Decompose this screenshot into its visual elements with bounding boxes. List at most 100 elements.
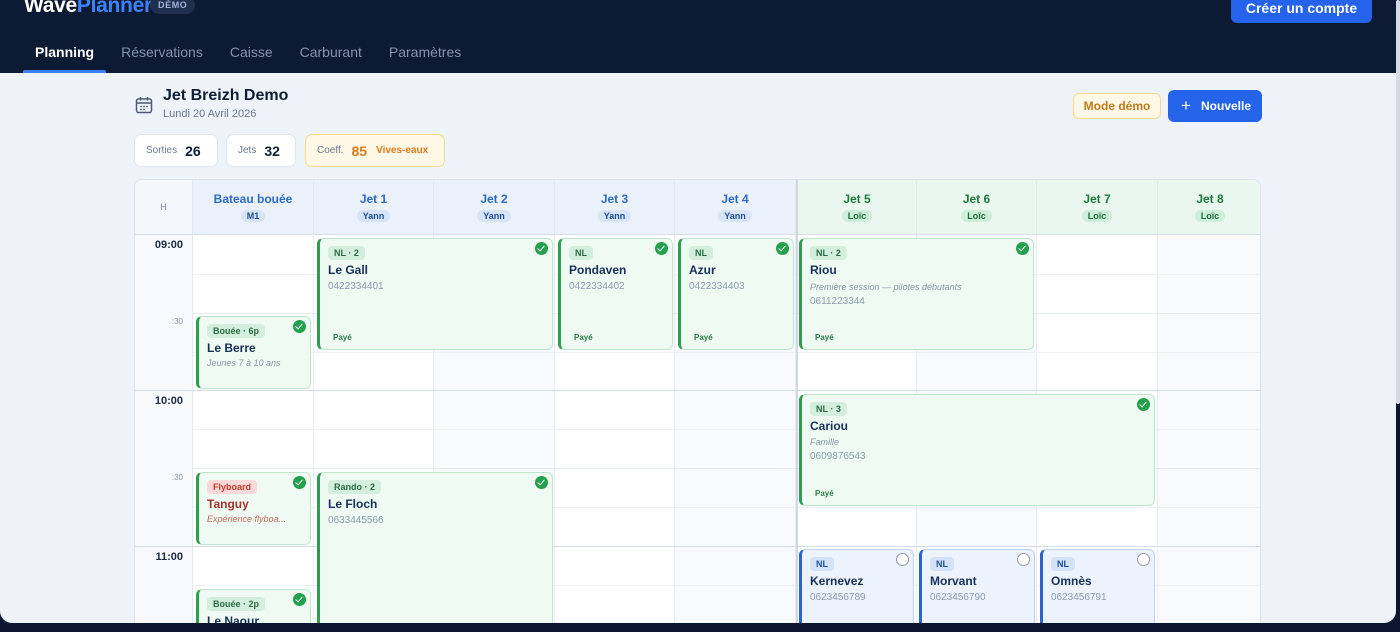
payment-status: Payé xyxy=(694,333,713,342)
planning-page: Jet Breizh Demo Lundi 20 Avril 2026 Mode… xyxy=(0,73,1396,623)
column-header-jet-2[interactable]: Jet 2 Yann xyxy=(434,180,555,235)
column-assignee: Loïc xyxy=(841,210,873,222)
reservation-tag: Bouée · 2p xyxy=(207,597,266,611)
time-label-0900: 09:00 xyxy=(154,239,183,251)
reservation-card-le-berre[interactable]: Bouée · 6p Le Berre Jeunes 7 à 10 ans xyxy=(196,316,311,389)
column-header-jet-7[interactable]: Jet 7 Loïc xyxy=(1037,180,1158,235)
plus-icon: + xyxy=(1181,96,1191,115)
stat-coef-label: Coeff. xyxy=(317,145,344,156)
page-scrollbar[interactable] xyxy=(1396,0,1400,632)
reservation-phone: 0422334401 xyxy=(328,281,384,292)
reservation-note: Jeunes 7 à 10 ans xyxy=(207,358,281,368)
scrollbar-thumb[interactable] xyxy=(1396,0,1400,404)
payment-status: Payé xyxy=(815,333,834,342)
column-header-bateau-bouee[interactable]: Bateau bouée M1 xyxy=(193,180,314,235)
time-label-1030: :30 xyxy=(171,473,183,482)
grid-line-hour xyxy=(135,546,1260,547)
reservation-card-le-floch[interactable]: Rando · 2 Le Floch 0633445566 xyxy=(317,472,553,623)
column-header-jet-1[interactable]: Jet 1 Yann xyxy=(314,180,434,235)
reservation-card-morvant[interactable]: NL Morvant 0623456790 xyxy=(919,549,1035,623)
page-title: Jet Breizh Demo xyxy=(163,87,289,104)
reservation-card-riou[interactable]: NL · 2 Riou Première session — pilotes d… xyxy=(799,238,1034,350)
reservation-name: Le Berre xyxy=(207,341,256,355)
new-reservation-button[interactable]: + Nouvelle xyxy=(1168,90,1262,122)
reservation-phone: 0633445566 xyxy=(328,515,384,526)
reservation-tag: NL xyxy=(930,557,954,571)
reservation-note: Famille xyxy=(810,437,840,447)
calendar-icon xyxy=(135,97,153,114)
stat-sorties: Sorties 26 xyxy=(134,134,218,167)
reservation-name: Pondaven xyxy=(569,263,627,277)
stat-coef-value: 85 xyxy=(351,142,368,159)
column-assignee: Loïc xyxy=(1194,210,1226,222)
column-header-jet-5[interactable]: Jet 5 Loïc xyxy=(798,180,917,235)
demo-badge: DÉMO xyxy=(150,0,196,14)
reservation-card-kernevez[interactable]: NL Kernevez 0623456789 xyxy=(799,549,914,623)
reservation-name: Le Floch xyxy=(328,497,378,511)
mode-demo-button[interactable]: Mode démo xyxy=(1073,93,1161,119)
reservation-phone: 0422334402 xyxy=(569,281,625,292)
reservation-tag: NL xyxy=(1051,557,1075,571)
time-label-1100: 11:00 xyxy=(155,551,183,563)
reservation-card-tanguy[interactable]: Flyboard Tanguy Expérience flyboa... xyxy=(196,472,311,545)
column-assignee: Yann xyxy=(597,210,632,222)
column-assignee: Yann xyxy=(477,210,511,222)
column-name: Jet 3 xyxy=(600,192,629,206)
create-account-button[interactable]: Créer un compte xyxy=(1231,0,1372,23)
page-date: Lundi 20 Avril 2026 xyxy=(163,108,257,120)
reservation-tag: NL xyxy=(689,246,713,260)
time-label-1000: 10:00 xyxy=(154,395,183,407)
reservation-phone: 0623456790 xyxy=(930,592,986,603)
app-window: WavePlanner DÉMO Créer un compte Plannin… xyxy=(0,0,1400,632)
reservation-name: Tanguy xyxy=(207,497,249,511)
reservation-phone: 0623456789 xyxy=(810,592,866,603)
check-circle-icon xyxy=(1016,242,1029,255)
reservation-name: Omnès xyxy=(1051,574,1092,588)
column-name: Jet 2 xyxy=(480,192,508,206)
reservation-tag: Bouée · 6p xyxy=(207,324,266,338)
column-header-jet-8[interactable]: Jet 8 Loïc xyxy=(1158,180,1260,235)
reservation-card-cariou[interactable]: NL · 3 Cariou Famille 0609876543 Payé xyxy=(799,394,1155,506)
logo[interactable]: WavePlanner xyxy=(24,0,152,18)
reservation-card-le-naour[interactable]: Bouée · 2p Le Naour xyxy=(196,589,311,623)
check-circle-icon xyxy=(535,476,548,489)
column-assignee: M1 xyxy=(240,210,266,222)
check-circle-icon xyxy=(535,242,548,255)
tab-carburant[interactable]: Carburant xyxy=(288,36,374,73)
reservation-name: Azur xyxy=(689,263,716,277)
column-name: Jet 7 xyxy=(1083,192,1111,206)
check-circle-icon xyxy=(655,242,668,255)
time-column: 09:00 :30 10:00 :30 11:00 xyxy=(135,235,193,623)
reservation-card-azur[interactable]: NL Azur 0422334403 Payé xyxy=(678,238,794,350)
tab-parametres[interactable]: Paramètres xyxy=(377,36,473,73)
check-circle-icon xyxy=(1137,398,1150,411)
check-circle-icon xyxy=(293,476,306,489)
reservation-phone: 0609876543 xyxy=(810,451,866,462)
stat-jets: Jets 32 xyxy=(226,134,296,167)
logo-wave: Wave xyxy=(24,0,77,17)
tab-caisse[interactable]: Caisse xyxy=(218,36,285,73)
pending-circle-icon xyxy=(1137,553,1150,566)
stat-jets-label: Jets xyxy=(238,145,257,156)
column-assignee: Yann xyxy=(718,210,752,222)
column-name: Jet 4 xyxy=(721,192,749,206)
column-header-jet-6[interactable]: Jet 6 Loïc xyxy=(917,180,1037,235)
reservation-card-omnes[interactable]: NL Omnès 0623456791 xyxy=(1040,549,1155,623)
reservation-card-pondaven[interactable]: NL Pondaven 0422334402 Payé xyxy=(558,238,673,350)
pending-circle-icon xyxy=(1017,553,1030,566)
main-nav: Planning Réservations Caisse Carburant P… xyxy=(23,36,476,73)
reservation-phone: 0611223344 xyxy=(810,296,865,307)
logo-planner: Planner xyxy=(76,0,152,17)
new-reservation-label: Nouvelle xyxy=(1201,99,1252,113)
tab-planning[interactable]: Planning xyxy=(23,36,107,73)
reservation-phone: 0623456791 xyxy=(1051,592,1107,603)
column-name: Jet 6 xyxy=(962,192,991,206)
reservation-name: Morvant xyxy=(930,574,977,588)
tab-reservations[interactable]: Réservations xyxy=(109,36,215,73)
reservation-card-le-gall[interactable]: NL · 2 Le Gall 0422334401 Payé xyxy=(317,238,553,350)
payment-status: Payé xyxy=(574,333,593,342)
column-header-jet-3[interactable]: Jet 3 Yann xyxy=(555,180,675,235)
reservation-name: Le Naour xyxy=(207,614,260,623)
column-header-jet-4[interactable]: Jet 4 Yann xyxy=(675,180,796,235)
stat-jets-value: 32 xyxy=(264,142,280,159)
